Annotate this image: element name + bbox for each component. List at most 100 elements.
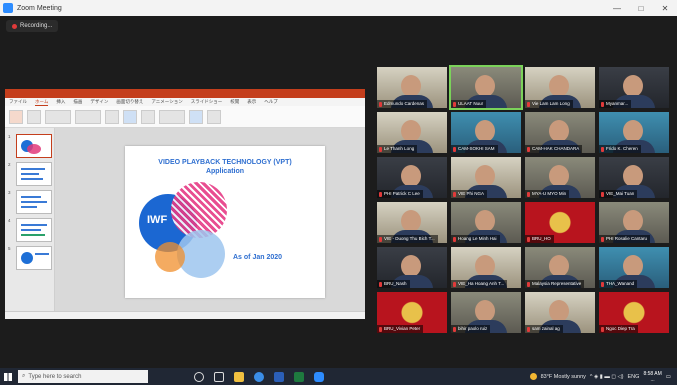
participant-tile[interactable]: sam zainal ag	[525, 292, 595, 333]
chrome-icon[interactable]	[254, 371, 264, 382]
participant-tile[interactable]: VIE - Duong Thu Bich T...	[377, 202, 447, 243]
participant-tile[interactable]: PHI Patrick C Lee	[377, 157, 447, 198]
muted-mic-icon	[453, 326, 456, 332]
weather-text[interactable]: 83°F Mostly sunny	[541, 374, 586, 380]
language-indicator[interactable]: ENG	[628, 374, 640, 380]
participant-video	[401, 75, 421, 97]
participant-tile[interactable]: THA_Wanand	[599, 247, 669, 288]
participant-video	[549, 300, 569, 322]
participant-tile[interactable]: CAM-HAK CHANDARA	[525, 112, 595, 153]
participant-video	[401, 120, 421, 142]
participant-name-label: VIE_Ha Hoang Anh T...	[451, 280, 508, 288]
participant-tile[interactable]: Hoang Le Minh Hai	[451, 202, 521, 243]
thumb-preview	[16, 134, 52, 158]
participant-tile[interactable]: BRU_HO	[525, 202, 595, 243]
participant-tile[interactable]: Ngoc Diep Tra	[599, 292, 669, 333]
taskbar-search[interactable]: ⌕ Type here to search	[18, 370, 148, 383]
zoom-icon[interactable]	[314, 371, 324, 382]
ribbon-tab: 挿入	[56, 99, 66, 104]
participant-tile[interactable]: VIE_Ha Hoang Anh T...	[451, 247, 521, 288]
tray-icons[interactable]: ^ ◈ ▮ ▬ ◻ ◁)	[590, 374, 624, 380]
thumb-number: 4	[8, 218, 11, 223]
participant-name: Myanmar...	[606, 101, 629, 106]
slide-title: VIDEO PLAYBACK TECHNOLOGY (VPT) Applicat…	[125, 158, 325, 176]
participant-tile[interactable]: VIE_Mai Tuan	[599, 157, 669, 198]
participant-tile[interactable]: Edmundo Cardenas	[377, 67, 447, 108]
participant-name-label: Ngoc Diep Tra	[599, 325, 638, 333]
participant-tile[interactable]: MYA-U MYO Min	[525, 157, 595, 198]
muted-mic-icon	[379, 191, 382, 197]
clock[interactable]: 8:58 AM ...	[643, 371, 661, 383]
ribbon-tab: ヘルプ	[264, 99, 278, 104]
participant-video	[475, 120, 495, 142]
muted-mic-icon	[601, 326, 604, 332]
participant-name: VIE_Mai Tuan	[606, 191, 635, 196]
file-explorer-icon[interactable]	[234, 371, 244, 382]
participant-tile[interactable]: BRU_Vivian Peter	[377, 292, 447, 333]
slide-thumb: 2	[8, 162, 54, 186]
clock-time: 8:58 AM	[643, 370, 662, 377]
paragraph-box-icon	[75, 109, 101, 124]
ribbon-tab: スライドショー	[190, 99, 223, 104]
slide-title-line2: Application	[205, 168, 245, 175]
clock-date: ...	[650, 376, 655, 383]
participant-tile[interactable]: ULAAT Nuur	[449, 65, 523, 110]
participant-video	[623, 255, 643, 277]
muted-mic-icon	[453, 101, 456, 107]
participant-name-label: Hoang Le Minh Hai	[451, 235, 500, 243]
gallery-view: Edmundo Cardenas ULAAT Nuur Vie Lam Lam Lo…	[377, 65, 669, 337]
recording-indicator[interactable]: Recording...	[6, 20, 59, 32]
shapes-icon	[105, 109, 119, 124]
participant-video	[401, 165, 421, 187]
editing-icon	[159, 109, 185, 124]
participant-tile[interactable]: Malaysia Representative	[525, 247, 595, 288]
participant-name: CAM-HAK CHANDARA	[532, 146, 580, 151]
participant-name: VIE_Ha Hoang Anh T...	[458, 281, 505, 286]
window-controls: — □ ✕	[605, 0, 677, 16]
ribbon-toolbar	[5, 106, 365, 128]
participant-video	[401, 210, 421, 232]
ribbon-tab: 表示	[247, 99, 257, 104]
participant-name-label: ULAAT Nuur	[451, 100, 487, 108]
maximize-button[interactable]: □	[629, 0, 653, 16]
participant-tile[interactable]: Frido K. Cheren	[599, 112, 669, 153]
ribbon-tab: ホーム	[35, 98, 49, 106]
notifications-icon[interactable]: ▭	[666, 374, 671, 380]
participant-name: PHI Rosalie Cantaru	[606, 236, 648, 241]
muted-mic-icon	[453, 281, 456, 287]
participant-tile[interactable]: CAM-SOKHI SAM	[451, 112, 521, 153]
participant-name-label: CAM-HAK CHANDARA	[525, 145, 583, 153]
muted-mic-icon	[527, 101, 530, 107]
participant-video	[401, 255, 421, 277]
participant-name: BRU_Nash	[384, 281, 407, 286]
ribbon-tab: デザイン	[90, 99, 109, 104]
participant-tile[interactable]: Vie Lam Lam Long	[525, 67, 595, 108]
windows-taskbar: ⌕ Type here to search 83°F Mostly sunny …	[0, 368, 677, 385]
participant-video	[623, 165, 643, 187]
participant-tile[interactable]: PHI Rosalie Cantaru	[599, 202, 669, 243]
participant-tile[interactable]: Myanmar...	[599, 67, 669, 108]
participant-name: Frido K. Cheren	[606, 146, 638, 151]
word-icon[interactable]	[274, 371, 284, 382]
start-button[interactable]	[0, 368, 16, 385]
participant-video	[623, 210, 643, 232]
quick-styles-icon	[141, 109, 155, 124]
muted-mic-icon	[379, 281, 382, 287]
minimize-button[interactable]: —	[605, 0, 629, 16]
close-button[interactable]: ✕	[653, 0, 677, 16]
participant-tile[interactable]: BRU_Nash	[377, 247, 447, 288]
excel-icon[interactable]	[294, 371, 304, 382]
participant-name-label: VIE - Duong Thu Bich T...	[377, 235, 438, 243]
task-view-icon[interactable]	[214, 371, 224, 382]
system-tray: 83°F Mostly sunny ^ ◈ ▮ ▬ ◻ ◁) ENG 8:58 …	[529, 371, 677, 383]
participant-tile[interactable]: VIE Phi NGA	[451, 157, 521, 198]
participant-tile[interactable]: Le Thanh Long	[377, 112, 447, 153]
participant-name-label: BRU_Nash	[377, 280, 410, 288]
cortana-icon[interactable]	[194, 371, 204, 382]
slide-date: As of Jan 2020	[233, 254, 283, 261]
participant-name-label: VIE_Mai Tuan	[599, 190, 638, 198]
participant-name-label: PHI Patrick C Lee	[377, 190, 423, 198]
recording-label: Recording...	[20, 23, 53, 29]
ribbon-tab: 校閲	[230, 99, 240, 104]
participant-tile[interactable]: bihir paolo ruiz	[451, 292, 521, 333]
